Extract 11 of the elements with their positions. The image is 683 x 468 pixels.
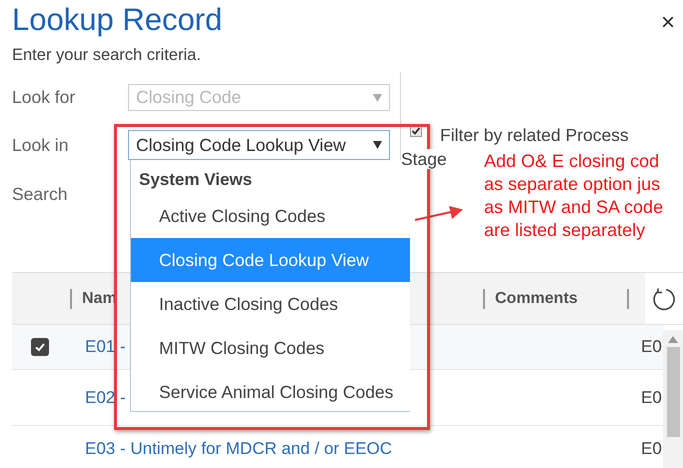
table-cell: E0 (641, 438, 663, 458)
table-cell: E0 (641, 388, 663, 408)
field-label: Look for (12, 87, 76, 108)
dialog-title: Lookup Record (12, 1, 222, 39)
table-cell: E0 (641, 337, 663, 357)
dialog-subtitle: Enter your search criteria. (11, 45, 202, 66)
checkbox-label: Stage (401, 149, 447, 169)
checkbox-label: Filter by related Process (440, 124, 629, 147)
annotation-text: Add O& E closing cod as separate option jus as MITW and SA code are listed separately (484, 150, 664, 242)
field-label: Look in (12, 134, 70, 156)
field-label: Search (12, 184, 68, 204)
